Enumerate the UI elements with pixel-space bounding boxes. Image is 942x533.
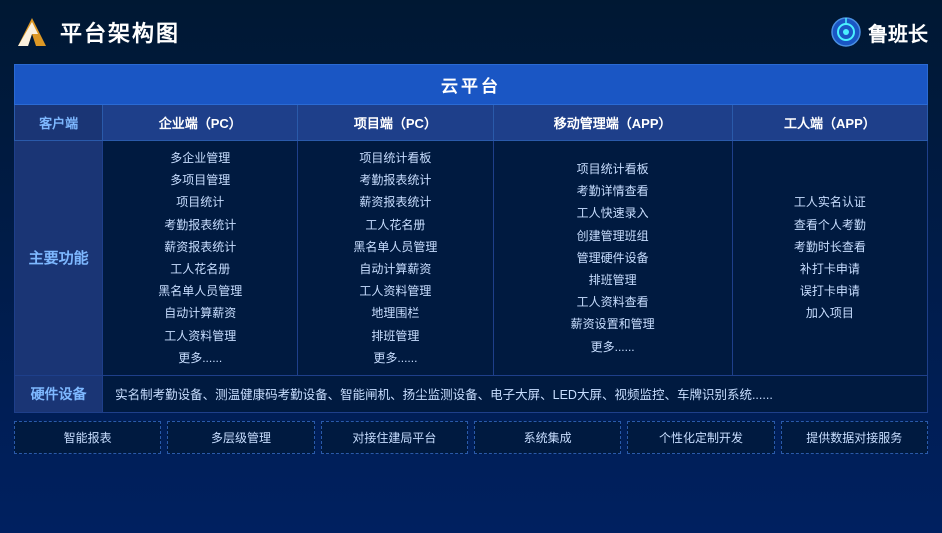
- header-left: 平台架构图: [14, 14, 180, 50]
- list-item: 更多......: [111, 347, 289, 369]
- main-content-row: 主要功能 多企业管理多项目管理项目统计考勤报表统计薪资报表统计工人花名册黑名单人…: [15, 141, 928, 376]
- list-item: 项目统计看板: [502, 158, 724, 180]
- list-item: 工人资料管理: [111, 325, 289, 347]
- list-item: 项目统计看板: [306, 147, 484, 169]
- list-item: 多企业管理: [111, 147, 289, 169]
- list-item: 黑名单人员管理: [306, 236, 484, 258]
- worker-funcs: 工人实名认证查看个人考勤考勤时长查看补打卡申请误打卡申请加入项目: [732, 141, 927, 376]
- list-item: 查看个人考勤: [741, 214, 919, 236]
- feature-box: 提供数据对接服务: [781, 421, 928, 454]
- hardware-label: 硬件设备: [15, 375, 103, 412]
- list-item: 薪资报表统计: [306, 191, 484, 213]
- list-item: 考勤报表统计: [111, 214, 289, 236]
- feature-box: 智能报表: [14, 421, 161, 454]
- list-item: 薪资报表统计: [111, 236, 289, 258]
- features-row: 智能报表多层级管理对接住建局平台系统集成个性化定制开发提供数据对接服务: [14, 421, 928, 454]
- col-header-row: 客户端 企业端（PC） 项目端（PC） 移动管理端（APP） 工人端（APP）: [15, 105, 928, 141]
- list-item: 自动计算薪资: [111, 302, 289, 324]
- list-item: 更多......: [502, 336, 724, 358]
- list-item: 排班管理: [306, 325, 484, 347]
- list-item: 更多......: [306, 347, 484, 369]
- hardware-content: 实名制考勤设备、测温健康码考勤设备、智能闸机、扬尘监测设备、电子大屏、LED大屏…: [103, 375, 928, 412]
- feature-box: 个性化定制开发: [627, 421, 774, 454]
- feature-box: 多层级管理: [167, 421, 314, 454]
- list-item: 黑名单人员管理: [111, 280, 289, 302]
- header: 平台架构图 鲁班长: [14, 10, 928, 54]
- mobile-funcs: 项目统计看板考勤详情查看工人快速录入创建管理班组管理硬件设备排班管理工人资料查看…: [493, 141, 732, 376]
- list-item: 工人花名册: [306, 214, 484, 236]
- brand-logo: 鲁班长: [830, 16, 928, 48]
- list-item: 薪资设置和管理: [502, 313, 724, 335]
- col-project-header: 项目端（PC）: [298, 105, 493, 141]
- list-item: 多项目管理: [111, 169, 289, 191]
- feature-box: 对接住建局平台: [321, 421, 468, 454]
- main-func-label: 主要功能: [15, 141, 103, 376]
- list-item: 地理围栏: [306, 302, 484, 324]
- list-item: 自动计算薪资: [306, 258, 484, 280]
- header-title: 平台架构图: [60, 16, 180, 48]
- list-item: 工人资料管理: [306, 280, 484, 302]
- list-item: 工人花名册: [111, 258, 289, 280]
- list-item: 误打卡申请: [741, 280, 919, 302]
- col-worker-header: 工人端（APP）: [732, 105, 927, 141]
- list-item: 项目统计: [111, 191, 289, 213]
- brand-icon: [830, 16, 862, 48]
- list-item: 工人快速录入: [502, 202, 724, 224]
- arch-table: 云平台 客户端 企业端（PC） 项目端（PC） 移动管理端（APP） 工人端（A…: [14, 64, 928, 413]
- list-item: 管理硬件设备: [502, 247, 724, 269]
- col-client-header: 客户端: [15, 105, 103, 141]
- list-item: 加入项目: [741, 302, 919, 324]
- logo-icon: [14, 14, 50, 50]
- list-item: 工人实名认证: [741, 191, 919, 213]
- cloud-row: 云平台: [15, 65, 928, 105]
- cloud-label: 云平台: [15, 65, 928, 105]
- list-item: 创建管理班组: [502, 225, 724, 247]
- list-item: 考勤时长查看: [741, 236, 919, 258]
- page-wrapper: 平台架构图 鲁班长 云平台 客户端 企业端（PC） 项目端（PC） 移动管理端（…: [0, 0, 942, 533]
- list-item: 工人资料查看: [502, 291, 724, 313]
- col-mobile-header: 移动管理端（APP）: [493, 105, 732, 141]
- feature-box: 系统集成: [474, 421, 621, 454]
- project-funcs: 项目统计看板考勤报表统计薪资报表统计工人花名册黑名单人员管理自动计算薪资工人资料…: [298, 141, 493, 376]
- hardware-row: 硬件设备 实名制考勤设备、测温健康码考勤设备、智能闸机、扬尘监测设备、电子大屏、…: [15, 375, 928, 412]
- list-item: 补打卡申请: [741, 258, 919, 280]
- list-item: 考勤报表统计: [306, 169, 484, 191]
- enterprise-funcs: 多企业管理多项目管理项目统计考勤报表统计薪资报表统计工人花名册黑名单人员管理自动…: [103, 141, 298, 376]
- brand-name: 鲁班长: [868, 18, 928, 47]
- col-enterprise-header: 企业端（PC）: [103, 105, 298, 141]
- list-item: 排班管理: [502, 269, 724, 291]
- list-item: 考勤详情查看: [502, 180, 724, 202]
